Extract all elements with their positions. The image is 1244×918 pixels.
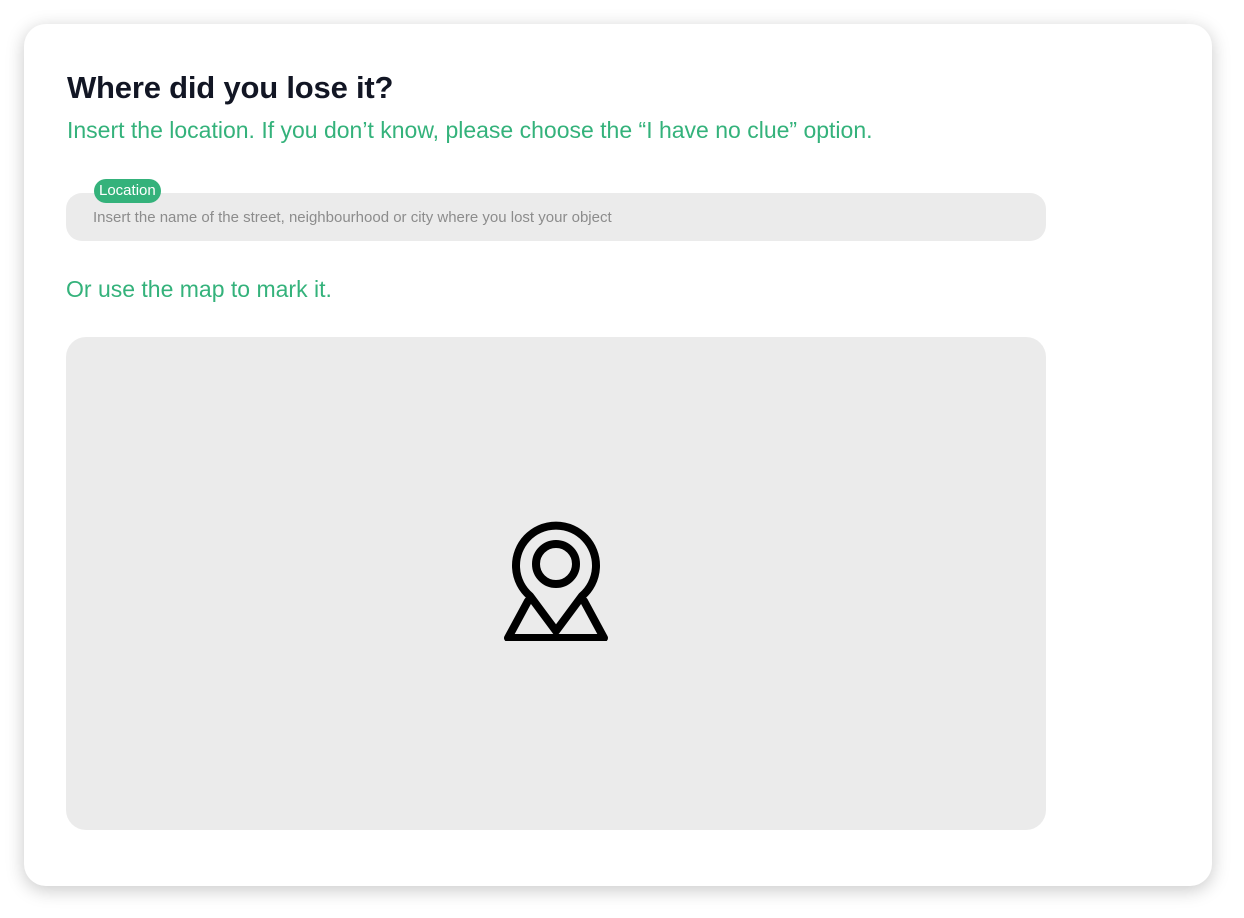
location-card: Where did you lose it? Insert the locati… [24, 24, 1212, 886]
location-input[interactable] [66, 193, 1046, 241]
map-prompt: Or use the map to mark it. [66, 276, 332, 302]
map-area[interactable] [66, 337, 1046, 830]
page-subtitle: Insert the location. If you don’t know, … [67, 117, 873, 143]
location-field[interactable]: Location [66, 179, 1046, 241]
map-pin-icon [504, 521, 608, 641]
location-label: Location [94, 179, 161, 203]
page-title: Where did you lose it? [67, 70, 394, 105]
